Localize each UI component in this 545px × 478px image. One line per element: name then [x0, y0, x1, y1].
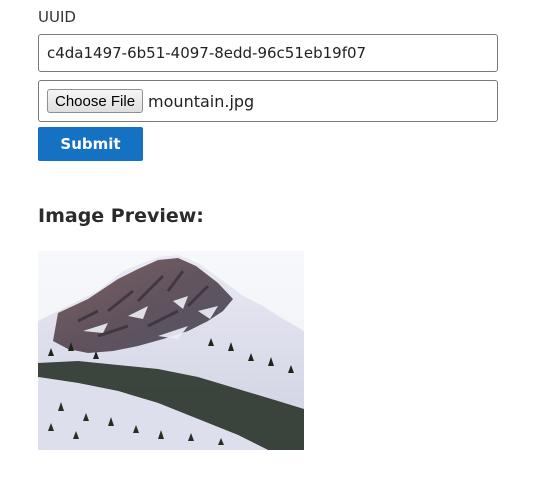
- image-preview: [38, 251, 304, 450]
- image-preview-heading: Image Preview:: [38, 205, 204, 227]
- submit-button[interactable]: Submit: [38, 127, 143, 161]
- file-input[interactable]: Choose File mountain.jpg: [38, 80, 498, 122]
- selected-file-name: mountain.jpg: [148, 91, 255, 111]
- uuid-label: UUID: [38, 8, 76, 26]
- uuid-input[interactable]: c4da1497-6b51-4097-8edd-96c51eb19f07: [38, 34, 498, 72]
- uuid-value: c4da1497-6b51-4097-8edd-96c51eb19f07: [47, 44, 367, 62]
- choose-file-button[interactable]: Choose File: [47, 89, 144, 113]
